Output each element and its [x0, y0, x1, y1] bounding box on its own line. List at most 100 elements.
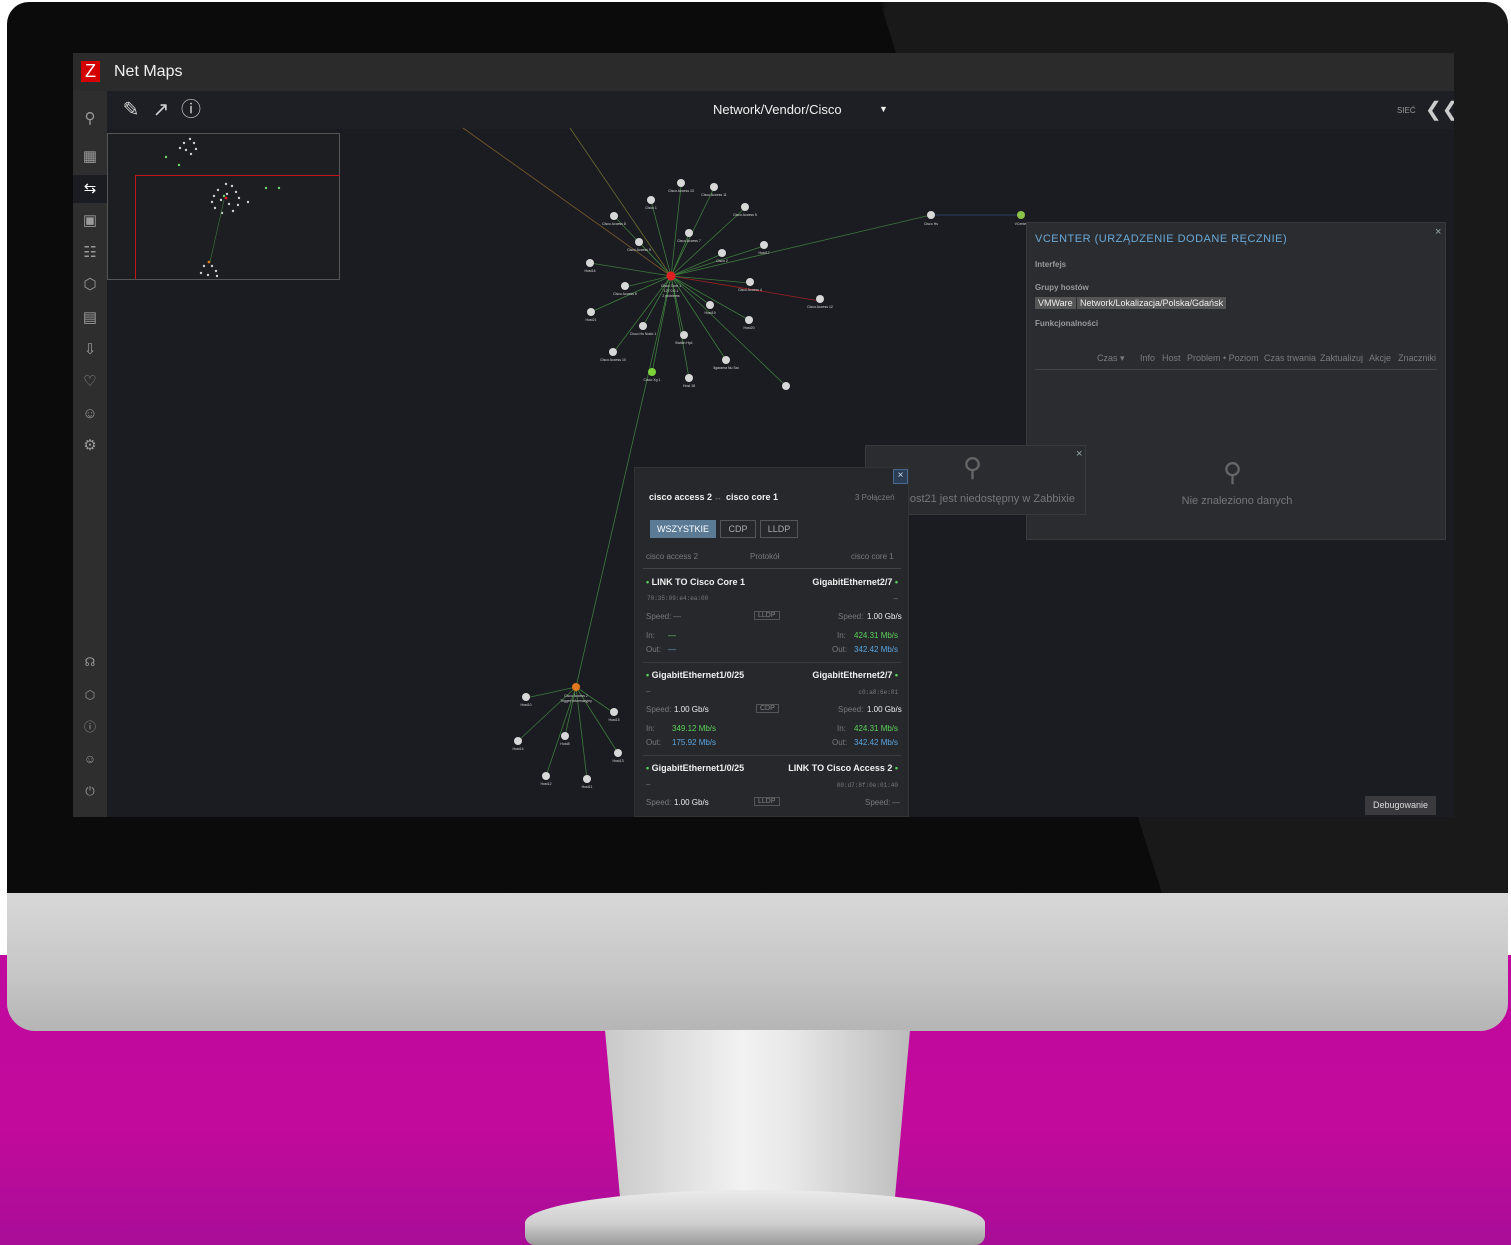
column-header-update[interactable]: Zaktualizuj [1320, 353, 1363, 363]
vcenter-panel: × VCENTER (URZĄDZENIE DODANE RĘCZNIE) In… [1026, 222, 1446, 540]
node[interactable]: Host19 [704, 301, 716, 315]
node[interactable]: Cisco Access 4 [738, 278, 762, 292]
node[interactable]: Cisco Xg 1 [644, 368, 661, 382]
in-label: In: [646, 724, 655, 733]
protocol-badge: LLDP [754, 611, 780, 620]
node[interactable]: Host14 [512, 737, 524, 751]
connection-endpoint-left: cisco access 2 [649, 492, 713, 502]
node-label: Cisco Access 4 [738, 288, 762, 292]
node[interactable]: Host17 [758, 241, 770, 255]
node-label: Host15 [608, 718, 619, 722]
node[interactable]: Cisco Access 7 [677, 229, 701, 243]
node-label: Host16 [584, 269, 595, 273]
minimap-viewport[interactable] [135, 175, 340, 279]
bidirectional-arrow-icon: ↔ [714, 493, 722, 502]
out-label: Out: [646, 738, 662, 747]
node[interactable]: Cisco Access 11 [701, 183, 727, 197]
divider [643, 662, 901, 663]
link-interface-left: • GigabitEthernet1/0/25 [646, 670, 745, 680]
tab-cdp[interactable]: CDP [720, 520, 756, 538]
hostgroup-tag[interactable]: Network/Lokalizacja/Polska/Gdańsk [1077, 297, 1227, 309]
node[interactable]: Cisco Hu Nodo 1 [630, 322, 657, 336]
node[interactable]: Cisco Access 10 [600, 348, 626, 362]
node[interactable]: Cisco 1 [645, 196, 657, 210]
node-label: Cisco Access 9 [627, 248, 651, 252]
out-value: 342.42 Mb/s [854, 738, 899, 747]
node[interactable]: Cisco Access 8 [602, 212, 626, 226]
speed-value: 1.00 Gb/s [674, 705, 709, 714]
column-header-host[interactable]: Host [1162, 353, 1181, 363]
node[interactable]: Host16 [584, 259, 596, 273]
node[interactable]: Host 18 [683, 374, 695, 388]
debug-button[interactable]: Debugowanie [1365, 796, 1436, 815]
node[interactable]: Cisco Access 9 [627, 238, 651, 252]
column-header-actions[interactable]: Akcje [1369, 353, 1391, 363]
divider [643, 568, 901, 569]
node[interactable]: Switch Hp1 [675, 331, 693, 345]
column-header-duration[interactable]: Czas trwania [1264, 353, 1316, 363]
node-label: Cisco Access 12 [807, 305, 833, 309]
column-right-header: cisco core 1 [851, 552, 894, 561]
column-header-info[interactable]: Info [1140, 353, 1155, 363]
interface-name: GigabitEthernet2/7 [812, 670, 893, 680]
node[interactable]: Cisco Access 13 [668, 179, 694, 193]
monitor-chin [7, 893, 1508, 1031]
link-interface-left: • LINK TO Cisco Core 1 [646, 577, 746, 587]
app-screen: Z Net Maps ⚲ ▦ ⇆ ▣ ☷ ⬡ ▤ ⇩ ♡ ☺ ⚙ ☊ ⬡ ⓘ ☺… [73, 53, 1454, 817]
node-cisco-core-1[interactable]: Cisco Core 1127.0.0.12 problems [661, 271, 681, 299]
node-label: Cisco Xg 1 [644, 378, 661, 382]
node[interactable] [782, 382, 790, 390]
node-label: Host13 [612, 759, 623, 763]
column-header-problem[interactable]: Problem • Poziom [1187, 353, 1259, 363]
mac-address: – [893, 594, 898, 603]
speed-value: — [892, 798, 900, 807]
minimap[interactable] [107, 133, 340, 280]
node-label: Cisco Access 10 [600, 358, 626, 362]
in-label: In: [837, 724, 846, 733]
interface-name: LINK TO Cisco Access 2 [788, 763, 893, 773]
column-header-tags[interactable]: Znaczniki [1398, 353, 1436, 363]
node-label: Host21 [585, 318, 596, 322]
node-label: Cisco Access 8 [602, 222, 626, 226]
node[interactable]: Cisco Access 5 [733, 203, 757, 217]
out-value: 175.92 Mb/s [672, 738, 717, 747]
node[interactable]: Cisco Access 6 [613, 282, 637, 296]
out-label: Out: [832, 645, 848, 654]
features-label: Funkcjonalności [1035, 319, 1099, 328]
speed-label: Speed: [838, 612, 864, 621]
node-cisco-access-2[interactable]: Cisco Access 2Trigger Informacyjny [560, 683, 592, 703]
node[interactable]: Host12 [540, 772, 552, 786]
tab-lldp[interactable]: LLDP [760, 520, 798, 538]
link-interface-right: GigabitEthernet2/7 • [812, 670, 898, 680]
node[interactable]: Cisco Access 12 [807, 295, 833, 309]
interface-name: GigabitEthernet1/0/25 [651, 763, 745, 773]
node-label: Cisco Access 13 [668, 189, 694, 193]
node-label: Host19 [704, 311, 715, 315]
node[interactable]: Host13 [612, 749, 624, 763]
hostgroup-tag[interactable]: VMWare [1035, 297, 1076, 309]
node-label: Cisco 1 [645, 206, 657, 210]
search-icon: ⚲ [963, 452, 983, 482]
node[interactable]: Host10 [520, 693, 532, 707]
node[interactable]: Cisco Hs [924, 211, 938, 226]
node[interactable]: Host8 [560, 732, 570, 746]
out-value: — [668, 645, 676, 654]
connection-count: 3 Połączeń [855, 493, 895, 502]
in-value: 424.31 Mb/s [854, 631, 899, 640]
node-label: Host17 [758, 251, 769, 255]
column-header-time[interactable]: Czas ▾ [1097, 353, 1125, 364]
node-sublabel: 127.0.0.1 [664, 289, 679, 293]
node[interactable]: Ilgarama Nu Sai [713, 356, 739, 370]
in-value: 424.31 Mb/s [854, 724, 899, 733]
tab-all[interactable]: WSZYSTKIE [650, 520, 716, 538]
close-icon[interactable]: × [1435, 226, 1441, 238]
close-icon[interactable]: × [1076, 448, 1082, 460]
in-label: In: [646, 631, 655, 640]
node-label: Host10 [520, 703, 531, 707]
node-label: Switch Hp1 [675, 341, 693, 345]
in-value: — [668, 631, 676, 640]
node[interactable]: Host11 [582, 775, 593, 789]
node-label: Host8 [560, 742, 569, 746]
close-icon[interactable]: × [893, 469, 908, 484]
node-label: Cisco Core 1 [661, 284, 681, 288]
